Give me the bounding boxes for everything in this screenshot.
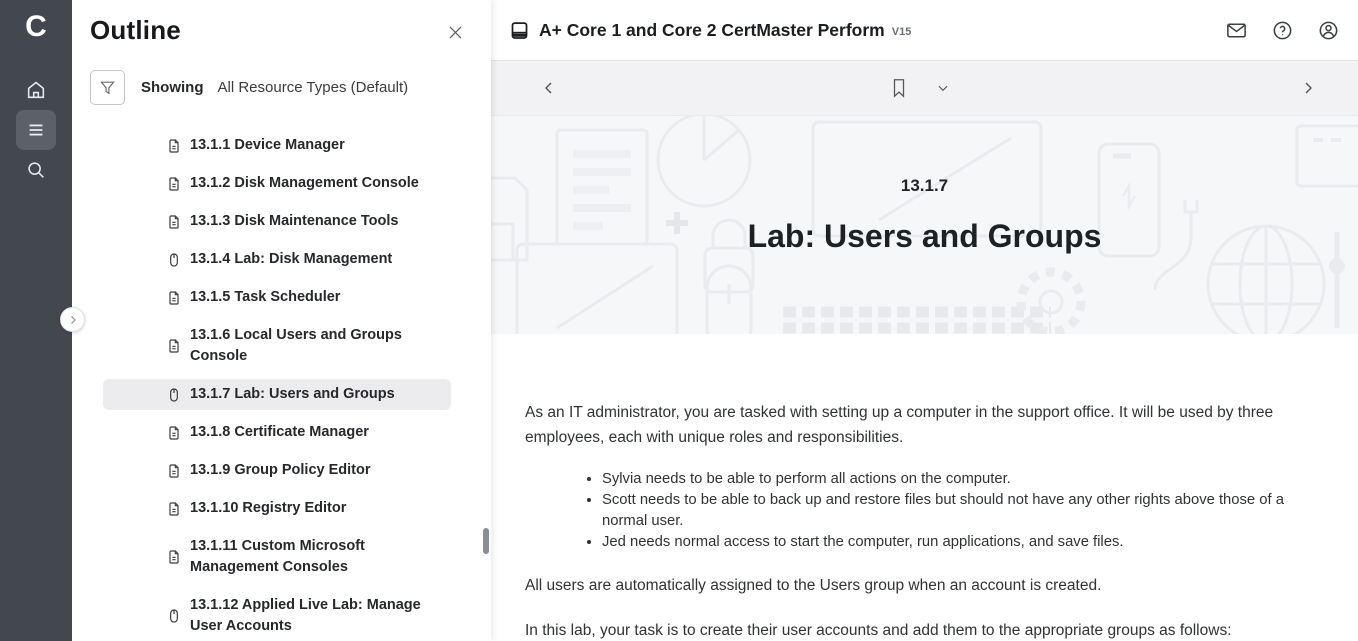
outline-item[interactable]: 13.1.3 Disk Maintenance Tools (103, 206, 451, 237)
user-icon (1317, 19, 1340, 42)
close-outline-button[interactable] (442, 19, 469, 46)
outline-panel: Outline Showing All Resource Types (Defa… (72, 0, 491, 641)
home-icon (25, 79, 47, 101)
lesson-navbar (491, 61, 1358, 116)
chevron-right-icon (67, 314, 79, 326)
outline-item-label: 13.1.10 Registry Editor (190, 498, 346, 519)
outline-item-label: 13.1.11 Custom Microsoft Management Cons… (190, 536, 445, 578)
outline-item[interactable]: 13.1.11 Custom Microsoft Management Cons… (103, 531, 451, 583)
close-icon (446, 23, 465, 42)
outline-scrollbar-thumb[interactable] (483, 528, 489, 554)
showing-value: All Resource Types (Default) (218, 79, 409, 96)
course-version-badge: V15 (892, 26, 912, 38)
search-button[interactable] (16, 150, 56, 190)
document-icon (166, 138, 182, 154)
document-icon (166, 176, 182, 192)
document-icon (166, 338, 182, 354)
outline-item-label: 13.1.2 Disk Management Console (190, 173, 419, 194)
bookmark-group (884, 71, 956, 105)
book-icon (509, 20, 530, 41)
showing-label: Showing (141, 79, 204, 96)
document-icon (166, 214, 182, 230)
document-icon (166, 290, 182, 306)
help-button[interactable] (1269, 17, 1296, 44)
document-icon (166, 501, 182, 517)
bullet-item: Scott needs to be able to back up and re… (602, 490, 1295, 532)
outline-item-label: 13.1.6 Local Users and Groups Console (190, 325, 445, 367)
filter-row: Showing All Resource Types (Default) (90, 70, 473, 105)
question-icon (1271, 19, 1294, 42)
document-icon (166, 463, 182, 479)
outline-item[interactable]: 13.1.1 Device Manager (103, 130, 451, 161)
chevron-right-icon (1300, 80, 1316, 96)
outline-item[interactable]: 13.1.5 Task Scheduler (103, 282, 451, 313)
section-number: 13.1.7 (901, 176, 948, 196)
outline-item-label: 13.1.12 Applied Live Lab: Manage User Ac… (190, 595, 445, 637)
outline-list: 13.1.1 Device Manager 13 (72, 130, 491, 641)
account-button[interactable] (1315, 17, 1342, 44)
messages-button[interactable] (1223, 17, 1250, 44)
outline-item[interactable]: 13.1.10 Registry Editor (103, 493, 451, 524)
home-button[interactable] (16, 70, 56, 110)
bullet-item: Jed needs normal access to start the com… (602, 532, 1295, 553)
outline-menu-button[interactable] (16, 110, 56, 150)
mail-icon (1225, 19, 1248, 42)
bullet-list: Sylvia needs to be able to perform all a… (525, 469, 1295, 553)
outline-item-label: 13.1.5 Task Scheduler (190, 287, 340, 308)
main-content: A+ Core 1 and Core 2 CertMaster Perform … (491, 0, 1358, 641)
mouse-icon (166, 252, 182, 268)
outline-item-label: 13.1.9 Group Policy Editor (190, 460, 371, 481)
chevron-down-icon (936, 81, 950, 95)
app-window: C (0, 0, 1358, 641)
outline-scrollbar[interactable] (482, 110, 490, 641)
mouse-icon (166, 387, 182, 403)
course-header: A+ Core 1 and Core 2 CertMaster Perform … (491, 0, 1358, 61)
hero-content: 13.1.7 Lab: Users and Groups (491, 116, 1358, 334)
bullet-item: Sylvia needs to be able to perform all a… (602, 469, 1295, 490)
outline-item-label: 13.1.8 Certificate Manager (190, 422, 369, 443)
lesson-body: As an IT administrator, you are tasked w… (491, 334, 1358, 641)
header-actions (1223, 17, 1342, 44)
outline-title: Outline (90, 15, 181, 46)
bookmark-icon (890, 77, 908, 99)
outline-item[interactable]: 13.1.4 Lab: Disk Management (103, 244, 451, 275)
previous-page-button[interactable] (535, 74, 563, 102)
bookmark-button[interactable] (884, 71, 914, 105)
outline-item[interactable]: 13.1.7 Lab: Users and Groups (103, 379, 451, 410)
outline-item-label: 13.1.4 Lab: Disk Management (190, 249, 392, 270)
outline-item[interactable]: 13.1.2 Disk Management Console (103, 168, 451, 199)
mouse-icon (166, 608, 182, 624)
outline-item-label: 13.1.1 Device Manager (190, 135, 345, 156)
comptia-logo: C (25, 12, 47, 42)
lesson-hero: 13.1.7 Lab: Users and Groups (491, 116, 1358, 334)
search-icon (25, 159, 47, 181)
outline-item[interactable]: 13.1.8 Certificate Manager (103, 417, 451, 448)
filter-button[interactable] (90, 70, 125, 105)
outline-item[interactable]: 13.1.12 Applied Live Lab: Manage User Ac… (103, 590, 451, 641)
document-icon (166, 549, 182, 565)
menu-icon (25, 119, 47, 141)
course-title: A+ Core 1 and Core 2 CertMaster Perform (539, 20, 885, 41)
funnel-icon (99, 79, 116, 96)
next-page-button[interactable] (1294, 74, 1322, 102)
outline-item-label: 13.1.7 Lab: Users and Groups (190, 384, 395, 405)
note-paragraph: All users are automatically assigned to … (525, 573, 1308, 598)
task-paragraph: In this lab, your task is to create thei… (525, 618, 1308, 641)
bookmark-menu-button[interactable] (930, 75, 956, 101)
outline-item[interactable]: 13.1.9 Group Policy Editor (103, 455, 451, 486)
outline-item-label: 13.1.3 Disk Maintenance Tools (190, 211, 398, 232)
intro-paragraph: As an IT administrator, you are tasked w… (525, 400, 1308, 450)
document-icon (166, 425, 182, 441)
chevron-left-icon (541, 80, 557, 96)
collapse-panel-button[interactable] (60, 307, 85, 332)
lesson-title: Lab: Users and Groups (748, 218, 1102, 255)
outline-item[interactable]: 13.1.6 Local Users and Groups Console (103, 320, 451, 372)
